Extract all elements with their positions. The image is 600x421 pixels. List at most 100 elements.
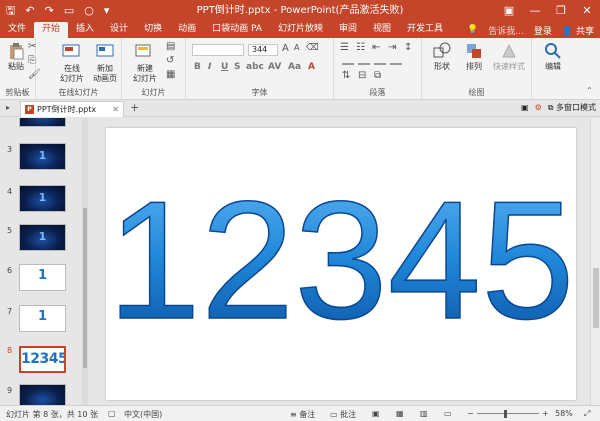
tab-transitions[interactable]: 切换 [136,22,170,38]
paste-label: 粘贴 [8,62,24,71]
text-direction-icon[interactable]: ⇅ [342,70,350,81]
redo-icon[interactable]: ↷ [45,0,54,22]
font-color-icon[interactable]: A [308,62,315,72]
align-center-icon[interactable] [358,63,370,65]
shadow-icon[interactable]: S [234,62,240,72]
section-icon[interactable]: ▦ [166,69,175,80]
bold-icon[interactable]: B [194,62,201,72]
slide-thumbnail[interactable] [0,118,90,138]
slide-thumbnail[interactable]: 6 1 [0,264,90,302]
tab-slideshow[interactable]: 幻灯片放映 [270,22,331,38]
tab-design[interactable]: 设计 [102,22,136,38]
zoom-slider[interactable] [477,413,539,414]
editing-button[interactable]: 编辑 [540,42,566,72]
zoom-level[interactable]: 58% [555,409,573,418]
decrease-indent-icon[interactable]: ⇤ [372,42,380,53]
numbering-icon[interactable]: ☷ [356,42,365,53]
zoom-out-icon[interactable]: − [467,409,474,418]
align-left-icon[interactable] [342,63,354,65]
smartart-icon[interactable]: ⧉ [374,70,381,81]
new-animation-page-button[interactable] [94,42,116,62]
tab-view[interactable]: 视图 [365,22,399,38]
document-tab[interactable]: P PPT倒计时.pptx ✕ [20,101,124,117]
bullets-icon[interactable]: ☰ [340,42,349,53]
tab-home[interactable]: 开始 [34,22,69,38]
comments-button[interactable]: ▭ 批注 [330,409,356,420]
thumbnail-scrollbar[interactable] [82,118,88,405]
tab-review[interactable]: 审阅 [331,22,365,38]
slide-thumbnail[interactable]: 5 1 [0,224,90,262]
increase-indent-icon[interactable]: ⇥ [388,42,396,53]
zoom-slider-thumb[interactable] [504,410,507,418]
close-tab-icon[interactable]: ✕ [112,105,119,114]
font-name-input[interactable] [192,44,244,56]
slide-thumbnail[interactable]: 4 1 [0,185,90,223]
settings-gear-icon[interactable]: ⚙ [535,103,542,112]
current-slide[interactable]: 12345 [106,128,576,400]
char-spacing-icon[interactable]: AV [268,62,281,72]
tab-developer[interactable]: 开发工具 [399,22,451,38]
arrange-button[interactable]: 排列 [460,42,488,72]
copy-icon[interactable]: ⎘ [28,55,36,66]
present-icon[interactable]: ▭ [64,0,74,22]
panel-toggle-icon[interactable]: ▸ [6,103,10,112]
change-case-icon[interactable]: Aa [288,62,301,72]
font-size-input[interactable]: 344 [248,44,278,56]
normal-view-icon[interactable]: ▣ [372,409,380,418]
multiwindow-button[interactable]: ⧉ 多窗口模式 [548,102,596,113]
slide-thumbnail[interactable]: 9 [0,384,90,405]
align-text-icon[interactable]: ⊟ [358,70,366,81]
reading-view-icon[interactable]: ▥ [420,409,428,418]
slide-number-text[interactable]: 12345 [107,165,576,355]
layout-icon[interactable]: ▤ [166,41,175,52]
slideshow-view-icon[interactable]: ▭ [444,409,452,418]
paste-button[interactable]: 粘贴 [3,42,29,72]
line-spacing-icon[interactable]: ↕ [404,42,412,53]
shape-circle-icon[interactable]: ○ [84,0,94,22]
tab-file[interactable]: 文件 [0,22,34,38]
tab-pocket-animation[interactable]: 口袋动画 PA [204,22,270,38]
thumbnail-scroll-thumb[interactable] [83,208,87,368]
quick-styles-button[interactable]: 快速样式 [490,42,528,72]
qa-more-icon[interactable]: ▾ [104,0,110,22]
clear-format-icon[interactable]: ⌫ [306,43,319,53]
tab-list-icon[interactable]: ▣ [521,103,529,112]
align-right-icon[interactable] [374,63,386,65]
slide-thumbnail[interactable]: 3 1 [0,143,90,181]
group-label-slides: 幻灯片 [141,88,166,97]
new-tab-icon[interactable]: + [130,101,139,114]
minimize-icon[interactable]: — [522,0,548,22]
slide-scroll-thumb[interactable] [593,268,599,328]
share-button[interactable]: 👤 共享 [562,24,594,37]
slide-thumbnail-selected[interactable]: 8 12345 [0,344,90,382]
strikethrough-icon[interactable]: abc [246,62,264,72]
slide-scrollbar[interactable] [590,118,600,405]
restore-icon[interactable]: ❐ [548,0,574,22]
justify-icon[interactable] [390,63,402,65]
underline-icon[interactable]: U [221,62,228,72]
undo-icon[interactable]: ↶ [25,0,34,22]
fit-slide-icon[interactable]: ⤢ [584,409,590,419]
reset-icon[interactable]: ↺ [166,55,174,66]
italic-icon[interactable]: I [208,62,211,72]
slide-sorter-icon[interactable]: ▦ [396,409,404,418]
multiwindow-label: 多窗口模式 [556,103,596,112]
grow-font-icon[interactable]: A [282,43,289,54]
slide-thumbnail[interactable]: 7 1 [0,305,90,343]
shapes-button[interactable]: 形状 [428,42,456,72]
language-label[interactable]: 中文(中国) [124,409,162,420]
online-slides-button[interactable] [60,42,82,62]
tab-animations[interactable]: 动画 [170,22,204,38]
login-link[interactable]: 登录 [534,24,552,37]
zoom-in-icon[interactable]: + [542,409,549,418]
tell-me-input[interactable]: 告诉我... [488,24,524,37]
notes-button[interactable]: ≡ 备注 [290,409,315,420]
tab-insert[interactable]: 插入 [68,22,102,38]
save-icon[interactable]: 🖫 [6,0,15,22]
close-icon[interactable]: ✕ [574,0,600,22]
spellcheck-icon[interactable]: ▢ [108,409,116,418]
collapse-ribbon-icon[interactable]: ⌃ [586,86,593,95]
shrink-font-icon[interactable]: A [294,43,299,52]
ribbon-options-icon[interactable]: ▣ [496,0,522,22]
new-slide-button[interactable] [132,42,154,62]
